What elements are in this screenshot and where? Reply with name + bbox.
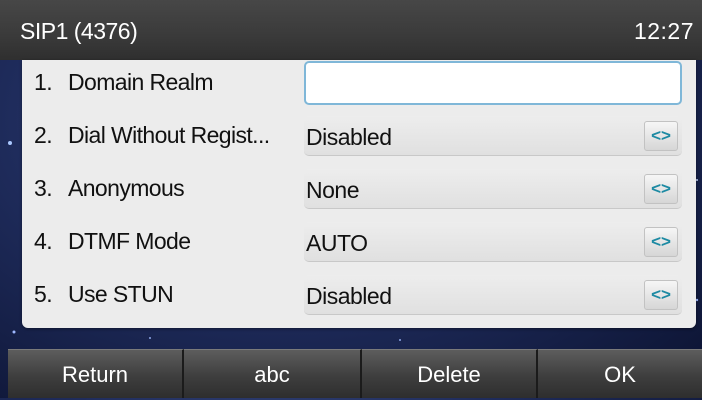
softkey-bar: Return abc Delete OK — [0, 349, 702, 398]
settings-list: 1. Domain Realm 2. Dial Without Regist... … — [22, 60, 696, 328]
left-right-arrows-icon[interactable]: <> — [644, 227, 678, 257]
dial-without-register-select[interactable]: Disabled <> — [304, 116, 682, 156]
delete-button[interactable]: Delete — [362, 349, 538, 398]
domain-realm-input[interactable] — [304, 61, 682, 105]
setting-row-dtmf-mode[interactable]: 4. DTMF Mode AUTO <> — [22, 219, 696, 265]
account-title: SIP1 (4376) — [20, 18, 138, 44]
return-button[interactable]: Return — [8, 349, 184, 398]
setting-value: Disabled — [306, 283, 392, 309]
setting-row-domain-realm[interactable]: 1. Domain Realm — [22, 60, 696, 106]
setting-label: 4. DTMF Mode — [34, 228, 191, 254]
setting-label: 2. Dial Without Regist... — [34, 122, 270, 148]
left-right-arrows-icon[interactable]: <> — [644, 121, 678, 151]
left-right-arrows-icon[interactable]: <> — [644, 280, 678, 310]
setting-label: 3. Anonymous — [34, 175, 185, 201]
setting-label: 5. Use STUN — [34, 281, 174, 307]
abc-input-mode-button[interactable]: abc — [184, 349, 362, 398]
ok-button[interactable]: OK — [538, 349, 702, 398]
anonymous-select[interactable]: None <> — [304, 169, 682, 209]
status-bar: SIP1 (4376) 12:27 — [0, 0, 702, 60]
setting-label: 1. Domain Realm — [34, 69, 214, 95]
use-stun-select[interactable]: Disabled <> — [304, 275, 682, 315]
clock-time: 12:27 — [633, 18, 694, 44]
left-right-arrows-icon[interactable]: <> — [644, 174, 678, 204]
setting-value: Disabled — [306, 124, 392, 150]
setting-row-anonymous[interactable]: 3. Anonymous None <> — [22, 166, 696, 212]
setting-value: AUTO — [306, 230, 368, 256]
setting-value: None — [306, 177, 359, 203]
setting-row-dial-without-register[interactable]: 2. Dial Without Regist... Disabled <> — [22, 113, 696, 159]
setting-row-use-stun[interactable]: 5. Use STUN Disabled <> — [22, 272, 696, 318]
dtmf-mode-select[interactable]: AUTO <> — [304, 222, 682, 262]
